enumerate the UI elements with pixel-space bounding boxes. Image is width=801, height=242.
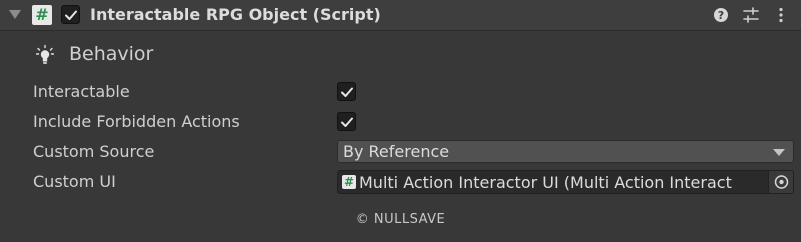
custom-source-label: Custom Source	[33, 142, 155, 161]
component-header[interactable]: # Interactable RPG Object (Script) ?	[0, 0, 801, 31]
lightbulb-icon	[36, 45, 54, 64]
checkmark-icon	[341, 117, 353, 127]
svg-text:?: ?	[718, 9, 724, 22]
custom-source-dropdown[interactable]: By Reference	[337, 140, 794, 163]
checkmark-icon	[341, 87, 353, 97]
script-icon: #	[32, 5, 52, 25]
custom-ui-object-field[interactable]: # Multi Action Interactor UI (Multi Acti…	[337, 170, 794, 194]
more-options-icon[interactable]	[772, 6, 790, 24]
custom-ui-value: Multi Action Interactor UI (Multi Action…	[359, 173, 732, 192]
script-icon: #	[342, 175, 356, 189]
presets-icon[interactable]	[742, 6, 760, 24]
component-title: Interactable RPG Object (Script)	[90, 5, 381, 24]
object-picker-button[interactable]	[768, 171, 793, 193]
target-icon	[774, 175, 789, 189]
custom-ui-label: Custom UI	[33, 172, 116, 191]
custom-source-value: By Reference	[343, 142, 450, 161]
include-forbidden-actions-label: Include Forbidden Actions	[33, 112, 240, 131]
foldout-arrow-icon[interactable]	[9, 10, 21, 19]
interactable-label: Interactable	[33, 82, 130, 101]
footer-copyright: © NULLSAVE	[355, 212, 446, 227]
component-enabled-checkbox[interactable]	[61, 5, 80, 24]
interactable-checkbox[interactable]	[337, 82, 356, 101]
help-icon[interactable]: ?	[712, 6, 730, 24]
section-title: Behavior	[69, 43, 154, 65]
dropdown-arrow-icon	[773, 149, 785, 156]
include-forbidden-actions-checkbox[interactable]	[337, 112, 356, 131]
checkmark-icon	[65, 10, 77, 20]
